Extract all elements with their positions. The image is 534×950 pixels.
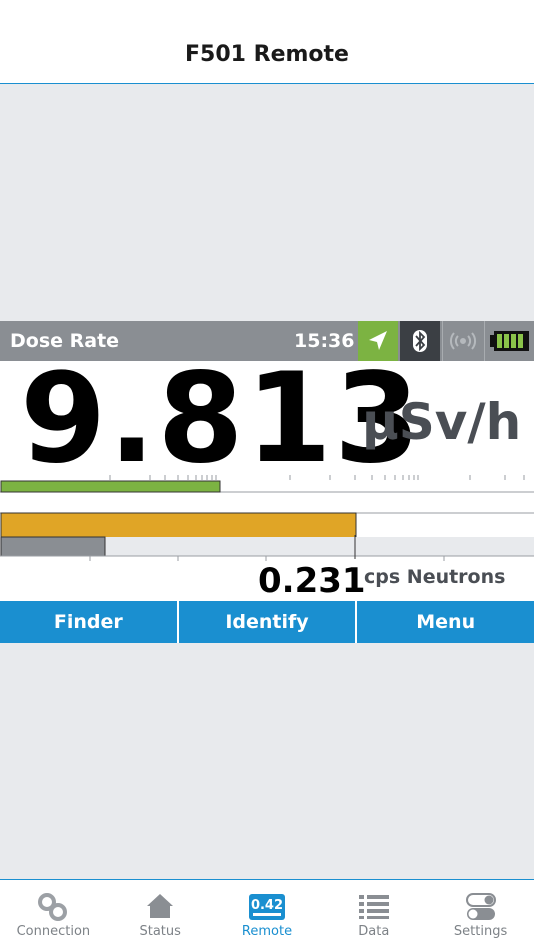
list-icon [358, 895, 389, 919]
gamma-level-bar [0, 480, 221, 493]
neutron-count-unit: cps Neutrons [364, 566, 506, 588]
link-icon [38, 893, 68, 921]
identify-button[interactable]: Identify [178, 601, 356, 643]
dose-rate-unit: µSv/h [362, 393, 522, 451]
navigation-bar: F501 Remote [0, 0, 534, 84]
tab-label: Status [139, 924, 181, 939]
gamma-bar-ticks [109, 475, 525, 480]
page-title: F501 Remote [185, 42, 349, 67]
toggle-icon [465, 893, 496, 920]
tab-remote[interactable]: 0.42 Remote [214, 880, 321, 950]
device-screen: Dose Rate 15:36 9.813 µSv/h 0.231 cps Ne… [0, 321, 534, 643]
menu-button[interactable]: Menu [357, 601, 534, 643]
neutron-level-bar [0, 536, 106, 557]
remote-display-icon: 0.42 [248, 894, 285, 920]
softkey-bar: Finder Identify Menu [0, 601, 534, 643]
tab-data[interactable]: Data [320, 880, 427, 950]
neutron-count-value: 0.231 [258, 561, 366, 601]
wireless-signal-icon [442, 321, 482, 361]
neutron-gauge [0, 535, 534, 561]
battery-full-icon [484, 321, 534, 361]
tab-status[interactable]: Status [107, 880, 214, 950]
tab-connection[interactable]: Connection [0, 880, 107, 950]
remote-badge-value: 0.42 [251, 898, 283, 913]
tab-label: Settings [453, 924, 508, 939]
tab-label: Remote [241, 924, 293, 939]
home-icon [147, 894, 174, 918]
tab-label: Connection [16, 924, 91, 939]
tab-bar: Connection Status 0.42 Remote Data Setti… [0, 879, 534, 950]
finder-button[interactable]: Finder [0, 601, 177, 643]
tab-settings[interactable]: Settings [427, 880, 534, 950]
tab-label: Data [358, 924, 390, 939]
